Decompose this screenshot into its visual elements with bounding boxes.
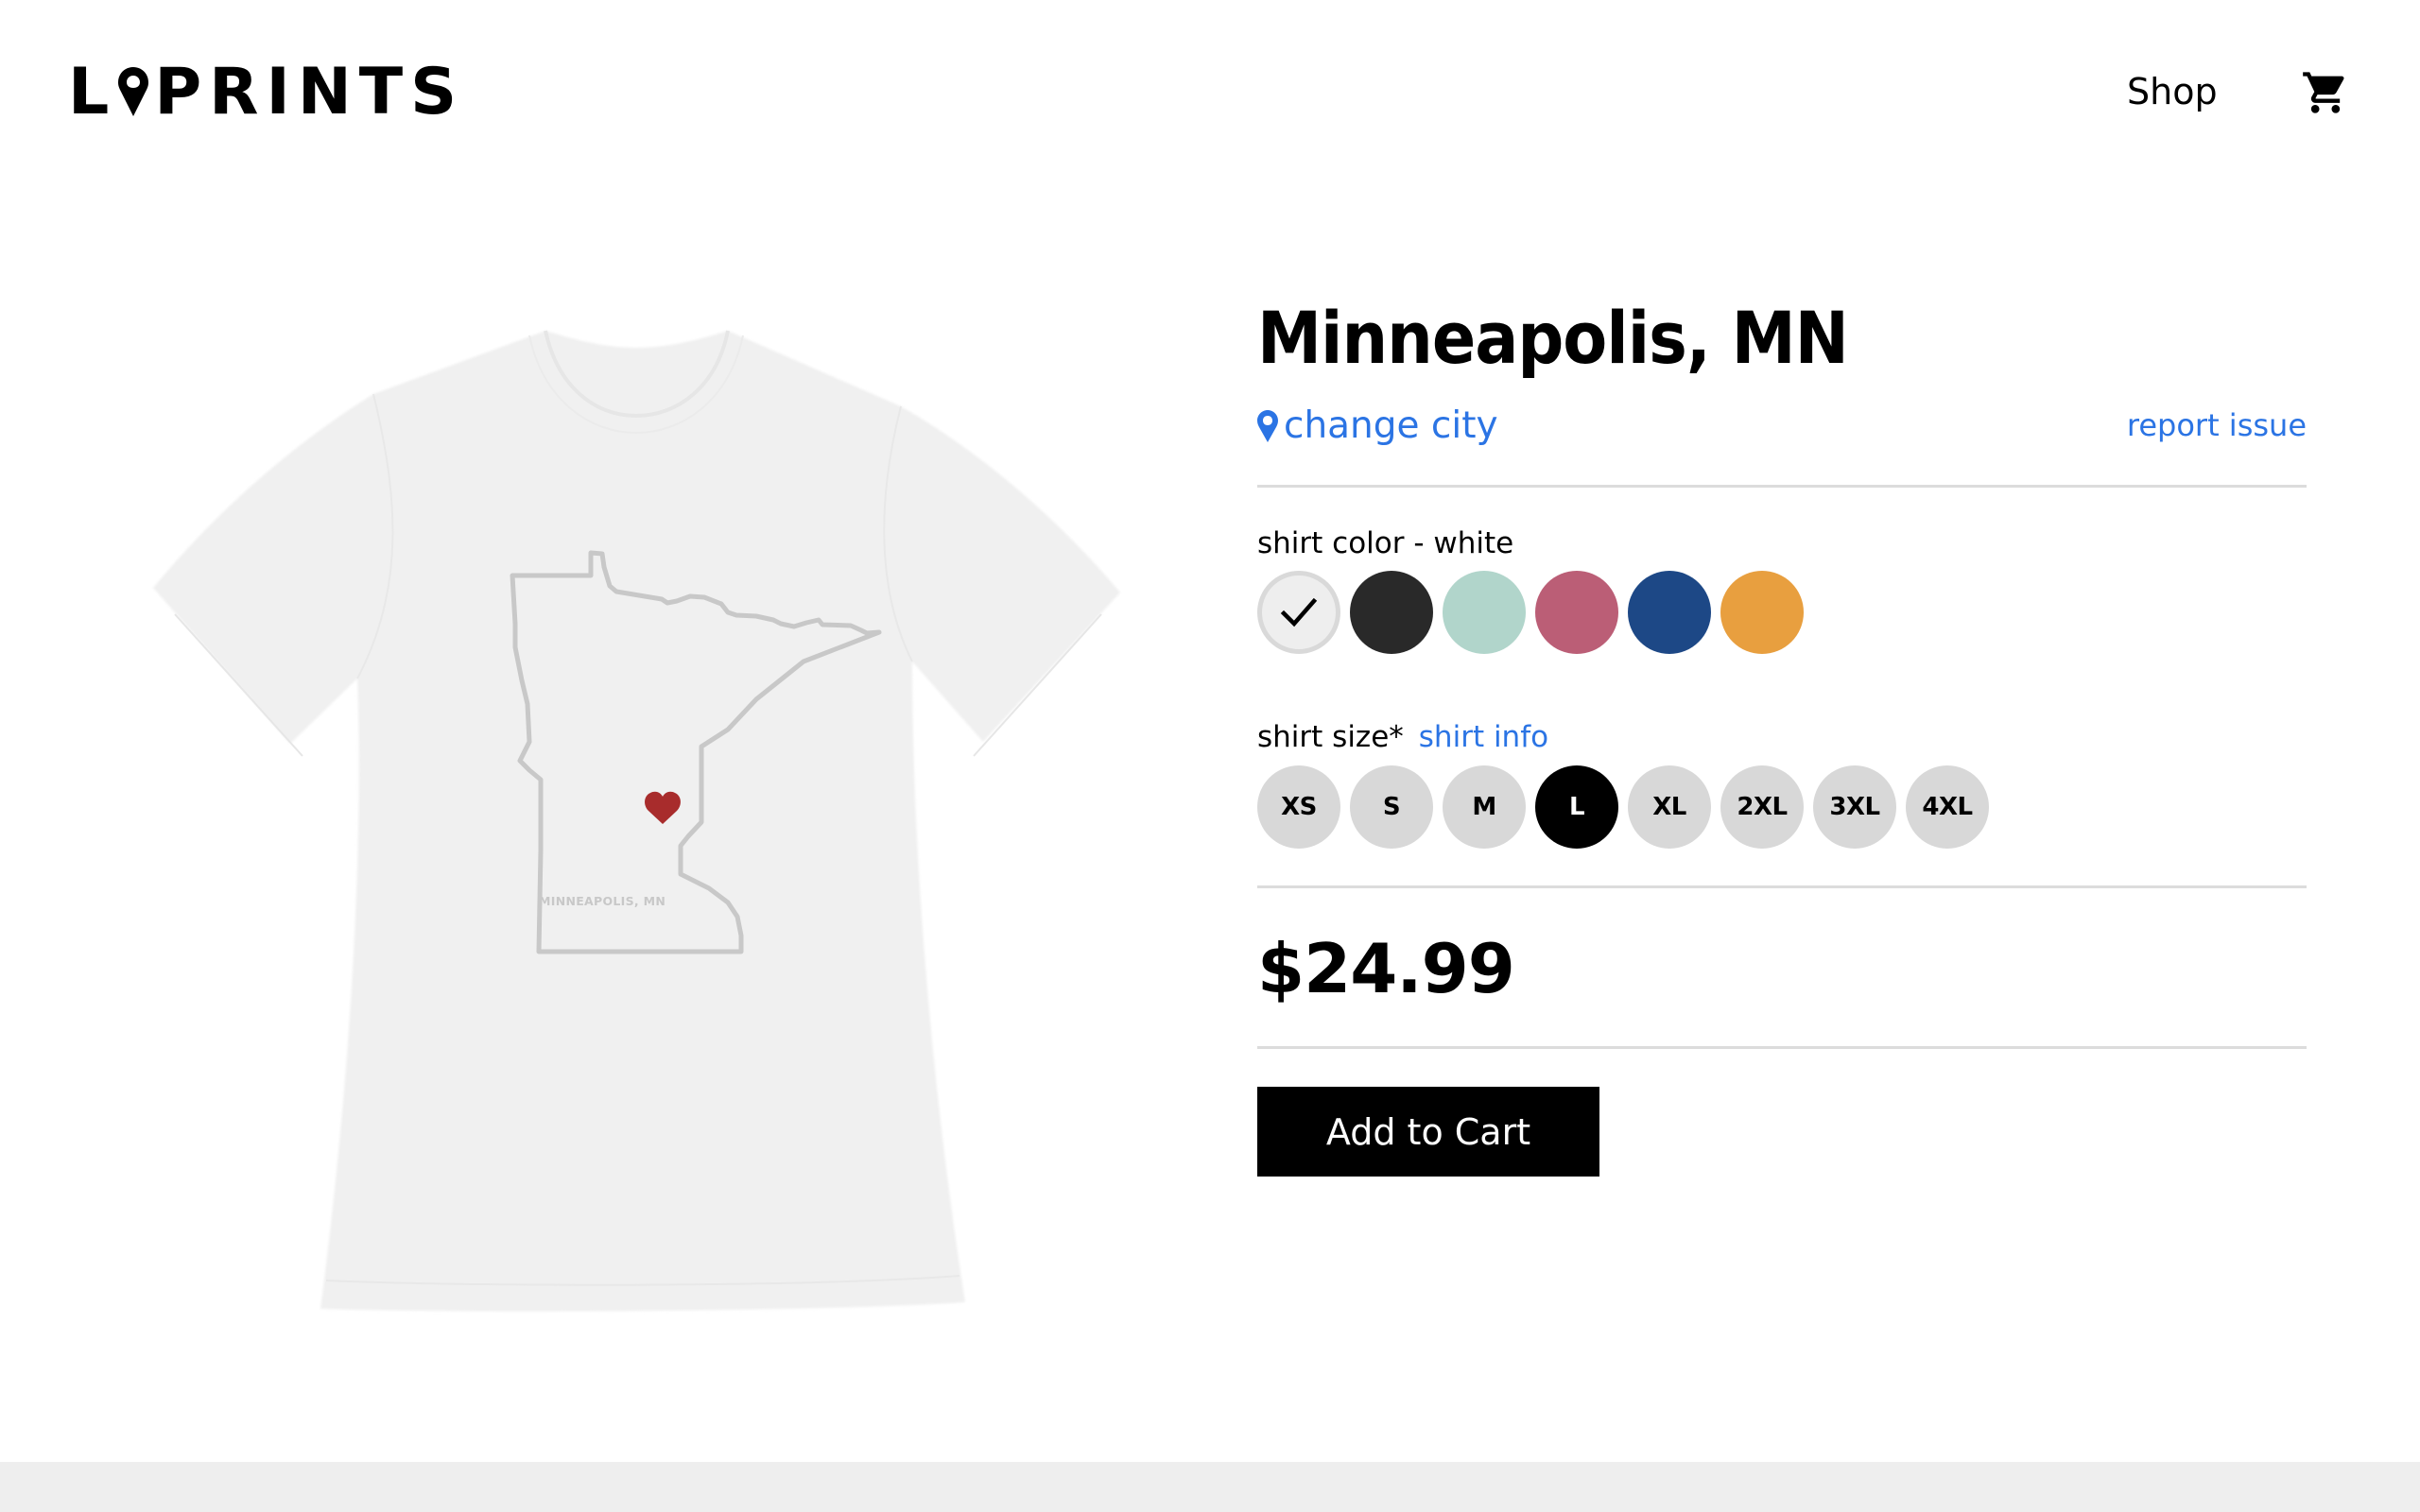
map-pin-icon bbox=[118, 67, 149, 116]
logo-letter-l: L bbox=[68, 55, 115, 129]
checkmark-icon bbox=[1280, 597, 1318, 627]
shirt-size-label: shirt size* bbox=[1257, 720, 1404, 754]
size-option-4xl[interactable]: 4XL bbox=[1906, 765, 1989, 849]
color-swatch-berry[interactable] bbox=[1535, 571, 1618, 654]
print-label: MINNEAPOLIS, MN bbox=[539, 894, 666, 908]
product-image: MINNEAPOLIS, MN bbox=[132, 302, 1153, 1342]
size-option-xl[interactable]: XL bbox=[1628, 765, 1711, 849]
size-option-2xl[interactable]: 2XL bbox=[1720, 765, 1804, 849]
shirt-color-prefix: shirt color - bbox=[1257, 526, 1434, 560]
divider bbox=[1257, 885, 2307, 888]
shirt-color-label: shirt color - white bbox=[1257, 524, 1513, 562]
color-swatch-navy[interactable] bbox=[1628, 571, 1711, 654]
nav-shop-link[interactable]: Shop bbox=[2127, 70, 2218, 113]
shirt-info-link[interactable]: shirt info bbox=[1419, 720, 1548, 754]
shopping-cart-icon bbox=[2303, 72, 2344, 113]
size-option-s[interactable]: S bbox=[1350, 765, 1433, 849]
logo-text: PRINTS bbox=[154, 55, 465, 129]
map-pin-icon bbox=[1257, 410, 1278, 442]
color-swatch-white[interactable] bbox=[1257, 571, 1340, 654]
change-city-label: change city bbox=[1284, 404, 1498, 447]
logo-link[interactable]: L PRINTS bbox=[68, 55, 465, 129]
size-options: XS S M L XL 2XL 3XL 4XL bbox=[1257, 765, 1989, 849]
add-to-cart-button[interactable]: Add to Cart bbox=[1257, 1087, 1599, 1177]
tshirt-body bbox=[153, 331, 1120, 1312]
site-header: L PRINTS Shop bbox=[0, 0, 2420, 189]
divider bbox=[1257, 485, 2307, 488]
color-swatches bbox=[1257, 571, 1804, 654]
product-title: Minneapolis, MN bbox=[1257, 296, 1849, 380]
footer bbox=[0, 1462, 2420, 1512]
shirt-size-label-row: shirt size* shirt info bbox=[1257, 718, 1548, 756]
size-option-xs[interactable]: XS bbox=[1257, 765, 1340, 849]
divider bbox=[1257, 1046, 2307, 1049]
product-price: $24.99 bbox=[1257, 929, 1515, 1008]
change-city-link[interactable]: change city bbox=[1257, 403, 1498, 450]
cart-button[interactable] bbox=[2301, 68, 2350, 117]
size-option-l[interactable]: L bbox=[1535, 765, 1618, 849]
color-swatch-mint[interactable] bbox=[1443, 571, 1526, 654]
color-swatch-black[interactable] bbox=[1350, 571, 1433, 654]
report-issue-link[interactable]: report issue bbox=[2127, 404, 2307, 446]
selected-color-name: white bbox=[1433, 526, 1514, 560]
tshirt-illustration: MINNEAPOLIS, MN bbox=[153, 330, 1120, 1312]
size-option-m[interactable]: M bbox=[1443, 765, 1526, 849]
size-option-3xl[interactable]: 3XL bbox=[1813, 765, 1896, 849]
color-swatch-gold[interactable] bbox=[1720, 571, 1804, 654]
